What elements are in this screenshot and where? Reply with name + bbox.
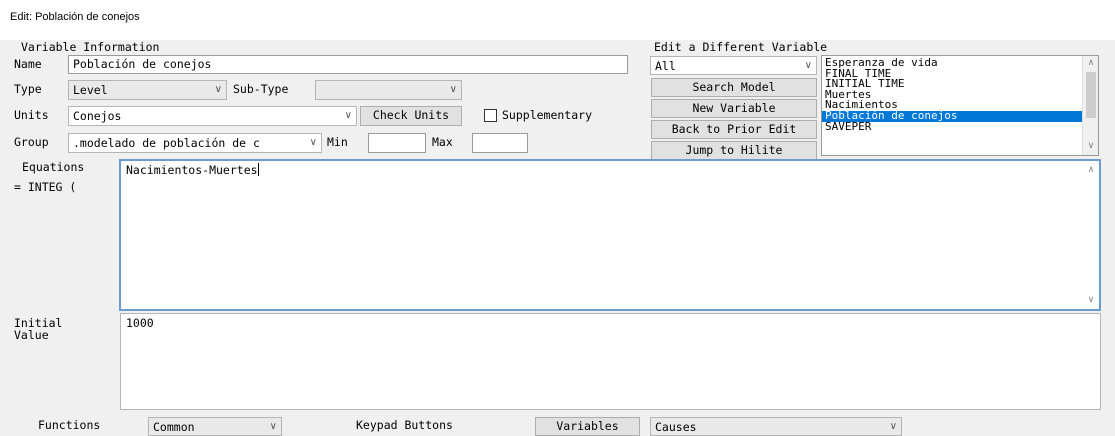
chevron-down-icon: ∨ [804, 60, 812, 71]
min-label: Min [327, 135, 348, 149]
units-input[interactable]: Conejos ∨ [68, 106, 357, 126]
scroll-down-icon[interactable]: ∨ [1085, 293, 1097, 307]
chevron-down-icon: ∨ [214, 84, 222, 95]
variables-button[interactable]: Variables [535, 417, 640, 436]
edit-different-variable-label: Edit a Different Variable [654, 40, 828, 54]
text-caret [257, 163, 259, 176]
group-select[interactable]: .modelado de población de c ∨ [68, 133, 322, 153]
supplementary-checkbox[interactable] [484, 109, 497, 122]
causes-select[interactable]: Causes ∨ [650, 417, 902, 436]
type-select[interactable]: Level ∨ [68, 80, 227, 100]
initial-value-textarea[interactable]: 1000 [120, 313, 1101, 410]
max-input[interactable] [472, 133, 528, 153]
window-title: Edit: Población de conejos [10, 11, 140, 23]
name-label: Name [14, 57, 42, 71]
max-label: Max [432, 135, 453, 149]
scroll-up-icon[interactable]: ∧ [1083, 58, 1098, 68]
back-to-prior-edit-button[interactable]: Back to Prior Edit [651, 120, 817, 139]
type-select-value: Level [73, 83, 108, 97]
subtype-select[interactable]: ∨ [315, 80, 462, 100]
functions-select[interactable]: Common ∨ [148, 417, 282, 436]
keypad-buttons-label: Keypad Buttons [356, 418, 453, 432]
causes-select-value: Causes [655, 420, 697, 434]
scroll-down-icon[interactable]: ∨ [1083, 141, 1098, 151]
scroll-up-icon[interactable]: ∧ [1085, 163, 1097, 177]
chevron-down-icon: ∨ [344, 110, 352, 121]
variable-filter-select[interactable]: All ∨ [650, 56, 817, 75]
subtype-label: Sub-Type [233, 82, 289, 96]
new-variable-button[interactable]: New Variable [651, 99, 817, 118]
name-input[interactable]: Población de conejos [68, 55, 628, 74]
title-bar: Edit: Población de conejos [0, 0, 1115, 40]
chevron-down-icon: ∨ [449, 84, 457, 95]
initial-value-text: 1000 [126, 316, 154, 330]
supplementary-label: Supplementary [502, 108, 593, 122]
search-model-button[interactable]: Search Model [651, 78, 817, 97]
list-item[interactable]: SAVEPER [822, 121, 1082, 133]
jump-to-hilite-button[interactable]: Jump to Hilite [651, 141, 817, 160]
type-label: Type [14, 82, 42, 96]
group-select-value: .modelado de población de c [73, 136, 260, 150]
variable-information-label: Variable Information [21, 40, 160, 54]
initial-value-label-line2: Value [14, 328, 49, 342]
units-label: Units [14, 108, 49, 122]
scrollbar-thumb[interactable] [1086, 72, 1096, 118]
chevron-down-icon: ∨ [309, 137, 317, 148]
group-label: Group [14, 135, 49, 149]
variable-list-scrollbar[interactable]: ∧ ∨ [1082, 56, 1098, 155]
check-units-button[interactable]: Check Units [360, 106, 462, 126]
min-input[interactable] [368, 133, 426, 153]
integ-label: = INTEG ( [14, 180, 77, 194]
units-input-value: Conejos [73, 109, 122, 123]
functions-label: Functions [38, 418, 101, 432]
variable-list[interactable]: Esperanza de vida FINAL TIME INITIAL TIM… [821, 55, 1099, 156]
chevron-down-icon: ∨ [269, 421, 277, 432]
equations-label: Equations [22, 160, 85, 174]
chevron-down-icon: ∨ [889, 421, 897, 432]
equation-text: Nacimientos-Muertes [126, 163, 258, 177]
functions-select-value: Common [153, 420, 195, 434]
equation-textarea[interactable]: Nacimientos-Muertes ∧ ∨ [119, 159, 1101, 311]
variable-filter-value: All [655, 59, 676, 73]
